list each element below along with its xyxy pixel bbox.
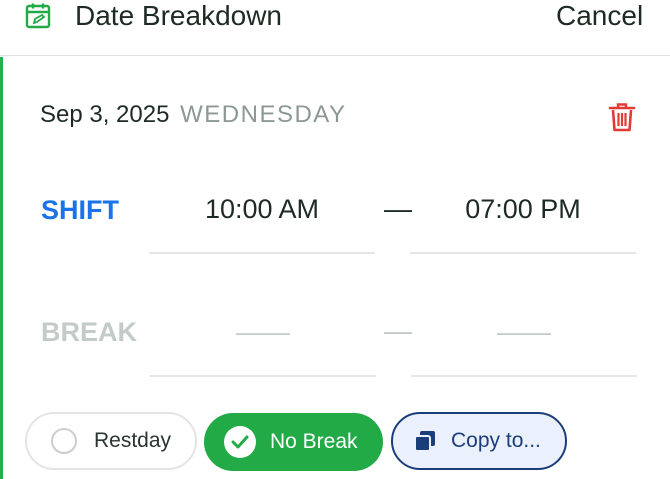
break-end-value: —— — [497, 317, 551, 347]
page-title: Date Breakdown — [75, 0, 283, 31]
day-of-week: WEDNESDAY — [180, 101, 347, 128]
date-heading: Sep 3, 2025 WEDNESDAY — [40, 101, 347, 129]
copy-to-label: Copy to... — [451, 429, 541, 452]
break-label: BREAK — [41, 317, 138, 347]
cancel-button[interactable]: Cancel — [556, 0, 670, 32]
check-circle-icon — [224, 426, 256, 458]
shift-separator: — — [384, 193, 412, 224]
shift-start-field[interactable]: 10:00 AM — [149, 188, 375, 254]
no-break-toggle[interactable]: No Break — [204, 413, 383, 471]
shift-end-field[interactable]: 07:00 PM — [410, 188, 636, 254]
copy-icon — [414, 431, 435, 452]
break-end-field[interactable]: —— — [411, 311, 637, 377]
date-text: Sep 3, 2025 — [40, 101, 170, 128]
break-separator: — — [384, 315, 412, 346]
header: Date Breakdown Cancel — [0, 0, 670, 56]
date-card: Sep 3, 2025 WEDNESDAY SHIFT 10:00 AM — 0… — [0, 57, 670, 479]
break-start-value: —— — [236, 317, 290, 347]
radio-icon — [51, 428, 77, 454]
copy-to-button[interactable]: Copy to... — [391, 412, 567, 470]
trash-icon[interactable] — [607, 101, 637, 133]
break-start-field[interactable]: —— — [150, 311, 376, 377]
restday-toggle[interactable]: Restday — [25, 412, 197, 470]
shift-label: SHIFT — [41, 195, 119, 225]
shift-start-value: 10:00 AM — [204, 194, 320, 224]
calendar-edit-icon — [25, 3, 51, 29]
restday-label: Restday — [94, 429, 172, 452]
shift-end-value: 07:00 PM — [465, 194, 581, 224]
no-break-label: No Break — [270, 430, 358, 453]
